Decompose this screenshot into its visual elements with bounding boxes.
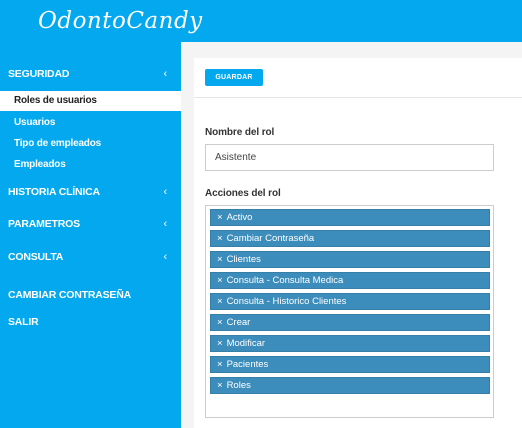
role-actions-label: Acciones del rol [205,188,281,199]
remove-tag-icon[interactable]: × [217,254,223,265]
sidebar-item-roles-de-usuarios[interactable]: Roles de usuarios [0,91,181,111]
action-tag-label: Consulta - Historico Clientes [226,296,347,307]
sidebar-item-usuarios[interactable]: Usuarios [0,113,181,133]
sidebar-section-label: SALIR [8,316,39,328]
sidebar-section-label: HISTORIA CLÍNICA [8,186,100,198]
chevron-left-icon: ‹ [163,186,168,198]
role-name-label: Nombre del rol [205,127,275,138]
sidebar-section-seguridad[interactable]: SEGURIDAD ‹ [0,62,181,86]
action-tag[interactable]: × Roles [210,377,490,394]
remove-tag-icon[interactable]: × [217,212,223,223]
action-tag-label: Crear [226,317,251,328]
remove-tag-icon[interactable]: × [217,275,223,286]
remove-tag-icon[interactable]: × [217,233,223,244]
sidebar-section-historia-clinica[interactable]: HISTORIA CLÍNICA ‹ [0,180,181,204]
action-tag-label: Roles [226,380,251,391]
remove-tag-icon[interactable]: × [217,317,223,328]
sidebar-section-label: CONSULTA [8,251,64,263]
chevron-left-icon: ‹ [163,68,168,80]
action-tag-label: Clientes [226,254,261,265]
action-tag[interactable]: × Consulta - Consulta Medica [210,272,490,289]
sidebar-item-cambiar-contrasena[interactable]: CAMBIAR CONTRASEÑA [0,283,181,307]
role-name-input[interactable]: Asistente [205,144,494,171]
action-tag[interactable]: × Clientes [210,251,490,268]
action-tag[interactable]: × Activo [210,209,490,226]
sidebar-section-parametros[interactable]: PARAMETROS ‹ [0,212,181,236]
sidebar-item-tipo-de-empleados[interactable]: Tipo de empleados [0,134,181,154]
action-tag-label: Pacientes [226,359,269,370]
sidebar-section-label: PARAMETROS [8,218,80,230]
sidebar-section-consulta[interactable]: CONSULTA ‹ [0,245,181,269]
remove-tag-icon[interactable]: × [217,296,223,307]
remove-tag-icon[interactable]: × [217,359,223,370]
action-tag[interactable]: × Crear [210,314,490,331]
app-logo[interactable]: OdontoCandy [38,4,203,38]
action-tag[interactable]: × Modificar [210,335,490,352]
action-tag-label: Modificar [226,338,266,349]
sidebar-section-label: SEGURIDAD [8,68,70,80]
chevron-left-icon: ‹ [163,218,168,230]
sidebar-section-label: CAMBIAR CONTRASEÑA [8,289,131,301]
action-tag[interactable]: × Pacientes [210,356,490,373]
remove-tag-icon[interactable]: × [217,380,223,391]
action-tag-label: Consulta - Consulta Medica [226,275,344,286]
chevron-left-icon: ‹ [163,251,168,263]
action-tag-label: Activo [226,212,253,223]
divider [194,97,522,98]
sidebar-item-salir[interactable]: SALIR [0,310,181,334]
remove-tag-icon[interactable]: × [217,338,223,349]
action-tag-label: Cambiar Contraseña [226,233,315,244]
save-button[interactable]: GUARDAR [205,69,263,86]
action-tag[interactable]: × Consulta - Historico Clientes [210,293,490,310]
action-tag[interactable]: × Cambiar Contraseña [210,230,490,247]
sidebar-item-empleados[interactable]: Empleados [0,155,181,175]
